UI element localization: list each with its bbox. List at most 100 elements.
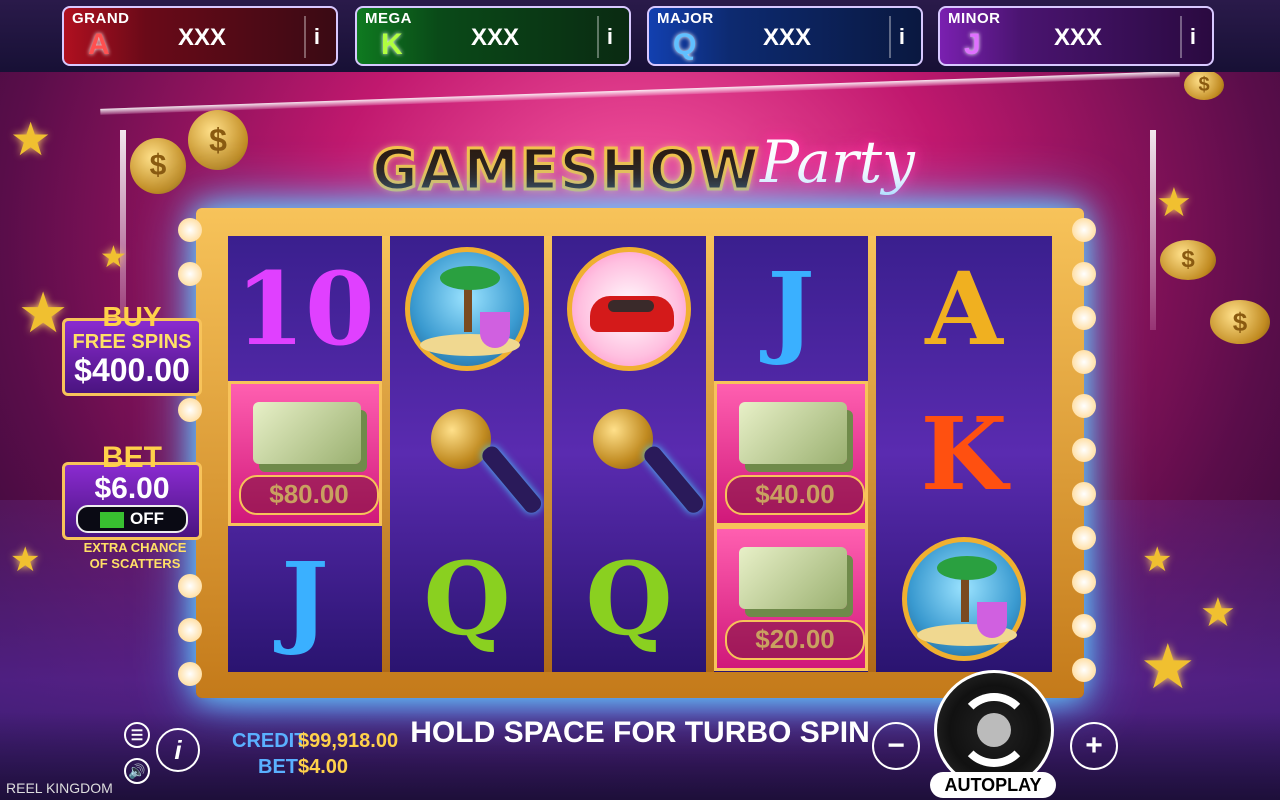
bulb-icon <box>1072 482 1096 506</box>
jackpot-info-button[interactable]: i <box>1190 24 1196 50</box>
credit-label: CREDIT <box>232 730 307 752</box>
star-decoration: ★ <box>1142 541 1173 579</box>
reel-symbol <box>876 526 1052 671</box>
reel-divider <box>706 236 714 672</box>
bulb-icon <box>178 262 202 286</box>
stage-light-beam <box>1150 130 1156 330</box>
stage-light-beam <box>120 130 126 330</box>
reel-symbol: Q <box>390 526 544 671</box>
coin-decoration: $ <box>130 138 186 194</box>
cash-stack-icon <box>739 402 847 464</box>
mic-head <box>593 408 653 469</box>
arrow-right-icon <box>100 511 124 528</box>
reel-symbol: J <box>714 236 868 381</box>
buy-title: BUY <box>102 301 162 332</box>
ante-bet-toggle[interactable]: OFF <box>76 505 188 533</box>
bulb-icon <box>1072 218 1096 242</box>
microphone-icon <box>569 389 707 519</box>
jackpot-value: XXX <box>470 24 520 51</box>
symbol-k: K <box>920 394 1008 513</box>
palm-leaf <box>937 555 997 580</box>
microphone-icon <box>407 389 545 519</box>
symbol-q: Q <box>423 539 511 658</box>
reel-symbol: J <box>228 526 382 671</box>
car-window <box>608 299 654 312</box>
reel-grid: 10 $80.00 J Q Q J $40.00 $20.00 A K <box>228 236 1052 672</box>
buy-subtitle: FREE SPINS <box>72 331 192 353</box>
bulb-icon <box>1072 526 1096 550</box>
cash-stack-icon <box>253 402 361 464</box>
bulb-icon <box>1072 306 1096 330</box>
sports-car-icon <box>567 246 691 371</box>
bulb-icon <box>1072 658 1096 682</box>
sound-icon[interactable]: 🔊 <box>124 758 150 784</box>
coin-decoration: $ <box>1184 70 1224 100</box>
symbol-j: J <box>281 539 329 658</box>
info-icon[interactable]: i <box>156 728 200 772</box>
reel-column: 10 $80.00 J <box>228 236 382 672</box>
increase-bet-button[interactable]: + <box>1070 722 1118 770</box>
cocktail-scatter-icon <box>902 536 1026 661</box>
jackpot-info-button[interactable]: i <box>899 24 905 50</box>
jackpot-value: XXX <box>762 24 812 51</box>
extra-chance-text: EXTRA CHANCE OF SCATTERS <box>70 540 200 572</box>
money-amount: $40.00 <box>725 475 865 515</box>
extra-chance-line: OF SCATTERS <box>89 556 181 571</box>
bulb-icon <box>178 218 202 242</box>
buy-price: $400.00 <box>74 352 190 388</box>
jackpot-info-button[interactable]: i <box>607 24 613 50</box>
coin-decoration: $ <box>188 110 248 170</box>
cash-stack-icon <box>739 547 847 609</box>
decrease-bet-button[interactable]: − <box>872 722 920 770</box>
symbol-ten: 10 <box>235 249 375 368</box>
mic-handle <box>479 442 545 516</box>
jackpot-major: MAJOR Q XXX i <box>647 6 923 66</box>
bulb-icon <box>178 398 202 422</box>
reel-symbol <box>390 236 544 381</box>
buy-free-spins-button[interactable]: BUY FREE SPINS $400.00 <box>62 303 202 396</box>
bulb-icon <box>178 662 202 686</box>
autoplay-button[interactable]: AUTOPLAY <box>930 772 1056 798</box>
bulb-icon <box>1072 394 1096 418</box>
reel-symbol <box>390 381 545 526</box>
reel-symbol <box>552 236 706 381</box>
coin-decoration: $ <box>1210 300 1270 344</box>
reel-symbol: K <box>876 381 1052 526</box>
star-decoration: ★ <box>18 281 69 344</box>
gorilla-icon <box>977 713 1011 747</box>
stage-light-beam <box>100 71 1180 115</box>
game-logo-script: Party <box>760 128 915 196</box>
ante-bet-panel: BET $6.00 OFF <box>62 443 202 540</box>
game-logo-main: GAMESHOW <box>371 137 761 205</box>
reel-symbol: 10 <box>228 236 382 381</box>
menu-icon[interactable]: ☰ <box>124 722 150 748</box>
reel-symbol: Q <box>552 526 706 671</box>
bulb-icon <box>1072 570 1096 594</box>
money-symbol: $20.00 <box>714 526 868 671</box>
cocktail-glass <box>480 311 510 348</box>
bet-value: $4.00 <box>298 756 349 778</box>
coin-decoration: $ <box>1160 240 1216 280</box>
jackpot-mega: MEGA K XXX i <box>355 6 631 66</box>
reel-divider <box>544 236 552 672</box>
reel-symbol <box>552 381 707 526</box>
mic-handle <box>641 442 707 516</box>
jackpot-info-button[interactable]: i <box>314 24 320 50</box>
bulb-icon <box>1072 614 1096 638</box>
divider <box>1180 16 1182 58</box>
jackpot-value: XXX <box>1053 24 1103 51</box>
star-decoration: ★ <box>100 241 127 274</box>
extra-chance-line: EXTRA CHANCE <box>83 540 187 555</box>
bulb-icon <box>1072 350 1096 374</box>
toggle-state: OFF <box>130 509 164 528</box>
bet-title: BET <box>102 441 162 474</box>
star-decoration: ★ <box>1140 633 1196 702</box>
money-symbol: $40.00 <box>714 381 868 526</box>
star-decoration: ★ <box>10 113 52 165</box>
jackpot-value: XXX <box>177 24 227 51</box>
bulb-icon <box>1072 262 1096 286</box>
bulb-icon <box>178 574 202 598</box>
jackpot-minor: MINOR J XXX i <box>938 6 1214 66</box>
reel-column: Q <box>552 236 707 672</box>
symbol-j: J <box>767 249 815 368</box>
